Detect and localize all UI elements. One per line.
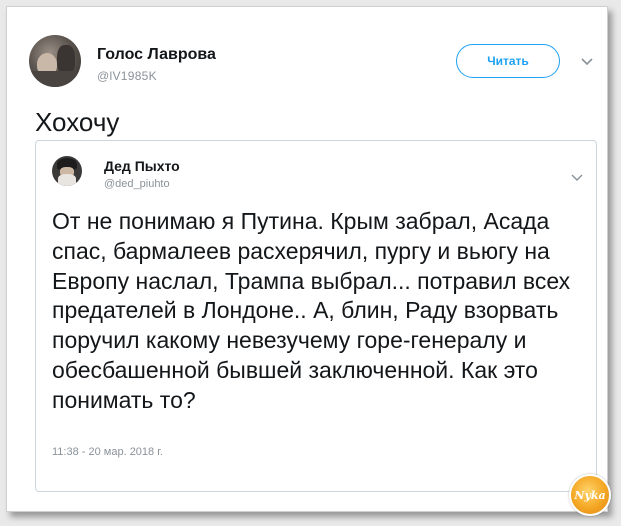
chevron-down-icon[interactable] [580, 57, 594, 67]
quoted-tweet-card[interactable]: Дед Пыхто @ded_piuhto От не понимаю я Пу… [35, 140, 597, 492]
quoted-tweet-timestamp[interactable]: 11:38 - 20 мар. 2018 г. [52, 446, 163, 458]
quoted-tweet-text: От не понимаю я Путина. Крым забрал, Аса… [52, 208, 571, 413]
quoted-author-name[interactable]: Дед Пыхто [104, 158, 180, 174]
author-handle[interactable]: @lV1985K [97, 69, 157, 83]
tweet-screenshot-frame: Голос Лаврова @lV1985K Читать Хохочу Дед… [6, 6, 611, 516]
chevron-down-icon[interactable] [571, 173, 583, 182]
tweet-text: Хохочу [35, 107, 120, 137]
site-watermark-logo: Nyka [569, 474, 611, 516]
quoted-author-handle[interactable]: @ded_piuhto [104, 178, 170, 190]
author-avatar[interactable] [29, 35, 81, 87]
quoted-author-avatar[interactable] [52, 156, 82, 186]
follow-button[interactable]: Читать [456, 44, 560, 78]
author-name[interactable]: Голос Лаврова [97, 46, 216, 64]
watermark-text: Nyka [574, 488, 606, 502]
